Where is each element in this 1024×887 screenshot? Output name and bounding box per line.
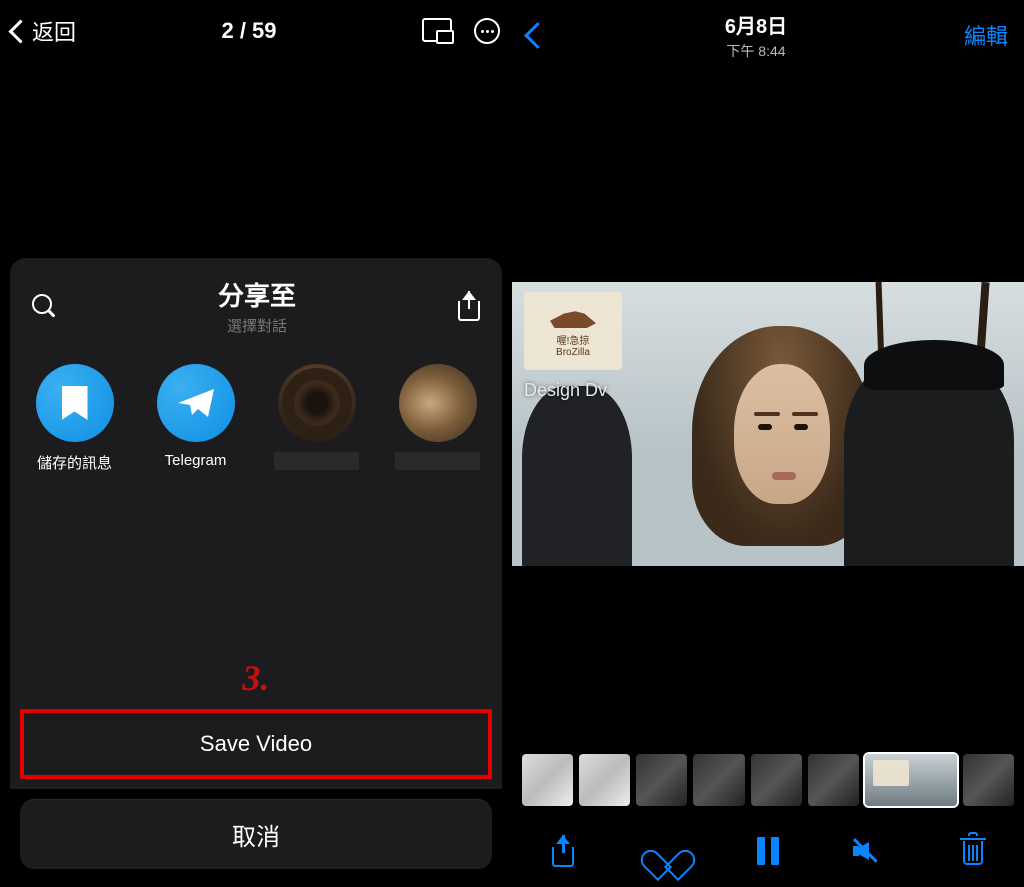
pause-button[interactable] (748, 831, 788, 871)
pause-icon (757, 837, 779, 865)
photos-topbar: 6月8日 下午 8:44 編輯 (512, 0, 1024, 70)
bookmark-icon (36, 364, 114, 442)
photos-back-button[interactable] (528, 20, 548, 50)
mute-button[interactable] (850, 831, 890, 871)
photo-datetime: 6月8日 下午 8:44 (725, 10, 787, 61)
share-title-block: 分享至 選擇對話 (58, 276, 456, 336)
scrubber-thumb[interactable] (636, 754, 687, 806)
speaker-muted-icon (853, 836, 887, 866)
annotation-step-number: 3. (10, 657, 502, 699)
sheet-actions: 3. Save Video (10, 657, 502, 789)
photo-date: 6月8日 (725, 10, 787, 39)
share-sheet-card: 分享至 選擇對話 儲存的訊息 (10, 258, 502, 789)
share-targets-row: 儲存的訊息 Telegram (10, 342, 502, 483)
cancel-label: 取消 (232, 817, 280, 852)
favorite-button[interactable] (646, 831, 686, 871)
share-target-label (395, 452, 480, 470)
back-label: 返回 (32, 15, 76, 47)
scrubber-thumb[interactable] (963, 754, 1014, 806)
share-target-telegram[interactable]: Telegram (153, 364, 238, 473)
share-target-label: 儲存的訊息 (32, 452, 117, 473)
share-target-contact-2[interactable] (395, 364, 480, 473)
more-button[interactable] (474, 18, 500, 44)
left-panel: 返回 2 / 59 分享至 選擇對話 (0, 0, 512, 887)
avatar (278, 364, 356, 442)
back-button[interactable]: 返回 (12, 15, 76, 47)
share-title: 分享至 (58, 276, 456, 313)
chevron-left-icon (12, 17, 28, 45)
save-video-button[interactable]: Save Video (20, 709, 492, 779)
edit-button[interactable]: 編輯 (964, 19, 1008, 51)
photo-time: 下午 8:44 (725, 41, 787, 61)
share-button[interactable] (543, 831, 583, 871)
pip-icon (422, 18, 452, 42)
share-sheet: 分享至 選擇對話 儲存的訊息 (10, 258, 502, 887)
scrubber-thumb[interactable] (522, 754, 573, 806)
telegram-icon (157, 364, 235, 442)
photos-toolbar (512, 815, 1024, 887)
share-icon (550, 835, 576, 867)
scrubber-thumb-current[interactable] (865, 754, 957, 806)
share-target-label (274, 452, 359, 470)
right-panel: 6月8日 下午 8:44 編輯 喔!急掠 BroZilla Design Dv (512, 0, 1024, 887)
scrubber-thumb[interactable] (693, 754, 744, 806)
video-preview[interactable]: 喔!急掠 BroZilla Design Dv (512, 282, 1024, 566)
avatar (399, 364, 477, 442)
heart-icon (650, 837, 682, 865)
trash-icon (960, 836, 986, 866)
dino-icon (550, 304, 596, 328)
media-viewer-topbar: 返回 2 / 59 (0, 0, 512, 62)
topbar-actions (422, 18, 500, 44)
save-video-label: Save Video (200, 731, 312, 757)
share-subtitle: 選擇對話 (58, 315, 456, 336)
delete-button[interactable] (953, 831, 993, 871)
share-sheet-header: 分享至 選擇對話 (10, 276, 502, 342)
badge-line1: 喔!急掠 (557, 332, 590, 347)
media-counter: 2 / 59 (221, 18, 276, 44)
search-icon[interactable] (30, 292, 58, 320)
photo-scrubber[interactable] (512, 749, 1024, 811)
badge-line2: BroZilla (556, 347, 590, 358)
pip-button[interactable] (422, 18, 452, 44)
share-target-saved-messages[interactable]: 儲存的訊息 (32, 364, 117, 473)
video-watermark: Design Dv (524, 380, 607, 401)
share-target-label: Telegram (153, 452, 238, 469)
share-target-contact-1[interactable] (274, 364, 359, 473)
video-corner-badge: 喔!急掠 BroZilla (524, 292, 622, 370)
cancel-button[interactable]: 取消 (20, 799, 492, 869)
system-share-button[interactable] (456, 291, 482, 321)
scrubber-thumb[interactable] (808, 754, 859, 806)
scrubber-thumb[interactable] (751, 754, 802, 806)
scrubber-thumb[interactable] (579, 754, 630, 806)
